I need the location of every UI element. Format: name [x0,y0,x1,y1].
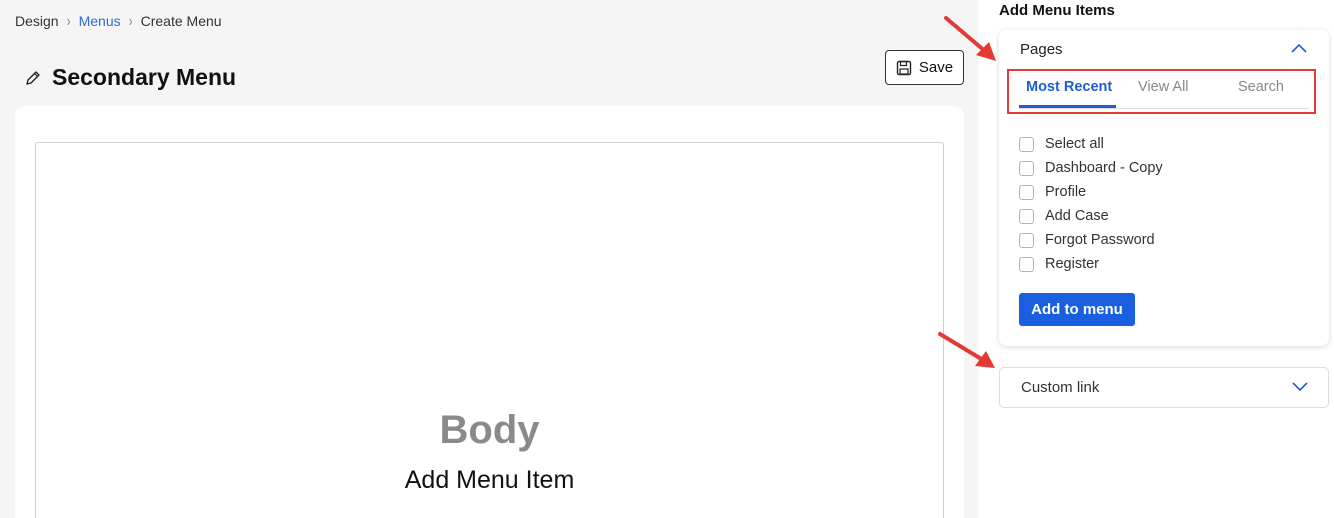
custom-link-accordion[interactable]: Custom link [999,367,1329,408]
page-checkbox[interactable] [1019,208,1034,224]
floppy-disk-icon [896,60,912,75]
chevron-right-icon: › [66,11,71,31]
annotation-highlight-box [1007,69,1316,114]
add-to-menu-button[interactable]: Add to menu [1019,293,1135,326]
page-checkbox[interactable] [1019,160,1034,176]
list-item-label: Dashboard - Copy [1045,160,1163,176]
page-checkbox[interactable] [1019,232,1034,248]
list-item[interactable]: Select all [1019,132,1163,156]
page-checkbox[interactable] [1019,256,1034,272]
chevron-up-icon[interactable] [1291,43,1307,53]
chevron-right-icon: › [128,11,133,31]
breadcrumb-menus[interactable]: Menus [79,13,121,29]
pages-accordion-title[interactable]: Pages [1020,41,1063,58]
pages-checklist: Select all Dashboard - Copy Profile Add … [1019,132,1163,276]
menu-drop-area[interactable]: Body Add Menu Item [35,142,944,518]
pages-accordion: Pages Most Recent View All Search Select… [999,30,1329,346]
list-item[interactable]: Dashboard - Copy [1019,156,1163,180]
menu-canvas-card: Body Add Menu Item [15,106,964,518]
list-item[interactable]: Profile [1019,180,1163,204]
title-row: Secondary Menu [25,64,236,91]
list-item[interactable]: Register [1019,252,1163,276]
list-item[interactable]: Add Case [1019,204,1163,228]
list-item-label: Profile [1045,184,1087,200]
add-menu-item-label[interactable]: Add Menu Item [36,466,943,495]
page-title[interactable]: Secondary Menu [52,64,236,91]
chevron-down-icon[interactable] [1292,382,1308,392]
body-label: Body [439,408,540,452]
annotation-arrow-icon [944,16,996,61]
page-checkbox[interactable] [1019,184,1034,200]
breadcrumb-create-menu: Create Menu [140,13,222,29]
panel-heading: Add Menu Items [999,2,1115,19]
custom-link-title: Custom link [1021,379,1100,396]
list-item[interactable]: Forgot Password [1019,228,1163,252]
breadcrumb-design[interactable]: Design [15,13,59,29]
list-item-label: Forgot Password [1045,232,1155,248]
select-all-checkbox[interactable] [1019,136,1034,152]
breadcrumb: Design › Menus › Create Menu [15,11,222,31]
list-item-label: Add Case [1045,208,1109,224]
list-item-label: Select all [1045,136,1104,152]
pencil-icon[interactable] [25,70,41,86]
list-item-label: Register [1045,256,1099,272]
annotation-arrow-icon [938,332,995,368]
add-menu-items-panel: Add Menu Items Pages Most Recent View Al… [979,0,1334,518]
